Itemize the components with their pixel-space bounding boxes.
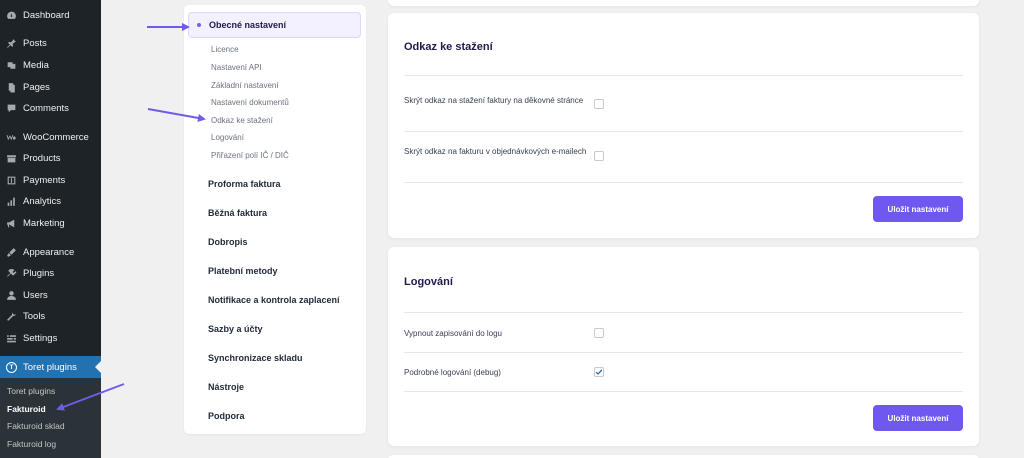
save-settings-button[interactable]: Uložit nastavení (873, 405, 963, 431)
menu-item-woocommerce[interactable]: WooCommerce (0, 126, 101, 148)
previous-card (388, 0, 979, 6)
nav-subitem-nastaveni-dokumentu[interactable]: Nastavení dokumentů (211, 98, 289, 107)
hide-email-link-checkbox[interactable] (594, 151, 604, 161)
dashboard-icon (6, 10, 17, 21)
hide-email-link-label: Skrýt odkaz na fakturu v objednávkových … (404, 147, 587, 156)
menu-item-posts[interactable]: Posts (0, 32, 101, 54)
plugins-icon (6, 268, 17, 279)
divider (404, 391, 963, 392)
divider (404, 131, 963, 132)
settings-icon (6, 333, 17, 344)
toret-submenu: Toret plugins Fakturoid Fakturoid sklad … (0, 378, 101, 458)
tools-icon (6, 311, 17, 322)
analytics-icon (6, 196, 17, 207)
menu-item-analytics[interactable]: Analytics (0, 190, 101, 212)
menu-item-pages[interactable]: Pages (0, 76, 101, 98)
menu-label: Tools (23, 310, 46, 322)
hide-thankyou-link-label: Skrýt odkaz na stažení faktury na děkovn… (404, 96, 584, 105)
menu-label: Plugins (23, 267, 55, 279)
payments-icon (6, 175, 17, 186)
save-settings-button[interactable]: Uložit nastavení (873, 196, 963, 222)
menu-item-comments[interactable]: Comments (0, 97, 101, 119)
menu-item-appearance[interactable]: Appearance (0, 241, 101, 263)
pin-icon (6, 38, 17, 49)
marketing-icon (6, 218, 17, 229)
products-icon (6, 153, 17, 164)
debug-log-label: Podrobné logování (debug) (404, 368, 501, 377)
nav-item-obecne-nastaveni[interactable]: Obecné nastavení (188, 12, 361, 38)
menu-label: Settings (23, 332, 58, 344)
divider (404, 312, 963, 313)
checkmark-icon (595, 369, 603, 375)
divider (404, 75, 963, 76)
divider (404, 182, 963, 183)
menu-item-payments[interactable]: Payments (0, 169, 101, 191)
media-icon (6, 60, 17, 71)
toret-icon: T (6, 361, 17, 373)
menu-label: Users (23, 289, 48, 301)
nav-subitem-odkaz-ke-stazeni[interactable]: Odkaz ke stažení (211, 116, 273, 125)
nav-subitem-nastaveni-api[interactable]: Nastavení API (211, 63, 262, 72)
appearance-icon (6, 247, 17, 258)
hide-thankyou-link-checkbox[interactable] (594, 99, 604, 109)
menu-item-toret-plugins[interactable]: T Toret plugins (0, 356, 101, 378)
settings-nav: Obecné nastavení Licence Nastavení API Z… (184, 5, 366, 434)
disable-log-label: Vypnout zapisování do logu (404, 329, 502, 338)
nav-item-nastroje[interactable]: Nástroje (208, 382, 244, 392)
nav-item-bezna-faktura[interactable]: Běžná faktura (208, 208, 267, 218)
menu-label: Marketing (23, 217, 65, 229)
disable-log-checkbox[interactable] (594, 328, 604, 338)
divider (404, 352, 963, 353)
menu-item-marketing[interactable]: Marketing (0, 212, 101, 234)
card-title: Logování (404, 276, 453, 288)
menu-label: Analytics (23, 195, 62, 207)
menu-item-dashboard[interactable]: Dashboard (0, 4, 101, 26)
menu-label: Dashboard (23, 9, 70, 21)
nav-subitem-licence[interactable]: Licence (211, 45, 239, 54)
nav-item-label: Obecné nastavení (209, 20, 287, 30)
menu-label: Posts (23, 37, 47, 49)
menu-label: Products (23, 152, 61, 164)
menu-label: Toret plugins (23, 361, 77, 373)
submenu-item-fakturoid[interactable]: Fakturoid (7, 404, 46, 414)
nav-item-platebni-metody[interactable]: Platební metody (208, 266, 278, 276)
toret-logo-letter: T (6, 361, 17, 373)
debug-log-checkbox[interactable] (594, 367, 604, 377)
nav-subitem-logovani[interactable]: Logování (211, 133, 244, 142)
nav-item-synchronizace-skladu[interactable]: Synchronizace skladu (208, 353, 303, 363)
nav-item-dobropis[interactable]: Dobropis (208, 237, 248, 247)
logging-card: Logování Vypnout zapisování do logu Podr… (388, 247, 979, 446)
comments-icon (6, 103, 17, 114)
download-link-card: Odkaz ke stažení Skrýt odkaz na stažení … (388, 13, 979, 238)
menu-item-users[interactable]: Users (0, 284, 101, 306)
woocommerce-icon (6, 132, 17, 143)
submenu-item-fakturoid-log[interactable]: Fakturoid log (7, 439, 56, 449)
menu-label: WooCommerce (23, 131, 89, 143)
nav-subitem-zakladni-nastaveni[interactable]: Základní nastavení (211, 81, 279, 90)
card-title: Odkaz ke stažení (404, 41, 493, 53)
nav-subitem-prirazeni-poli[interactable]: Přiřazení polí IČ / DIČ (211, 151, 289, 160)
menu-item-settings[interactable]: Settings (0, 327, 101, 349)
menu-item-media[interactable]: Media (0, 54, 101, 76)
submenu-item-toret-plugins[interactable]: Toret plugins (7, 386, 55, 396)
menu-item-products[interactable]: Products (0, 147, 101, 169)
submenu-item-fakturoid-sklad[interactable]: Fakturoid sklad (7, 421, 65, 431)
active-dot-icon (197, 23, 201, 27)
nav-item-podpora[interactable]: Podpora (208, 411, 245, 421)
pages-icon (6, 82, 17, 93)
menu-label: Appearance (23, 246, 75, 258)
menu-item-tools[interactable]: Tools (0, 305, 101, 327)
admin-sidebar: Dashboard Posts Media Pages Comments Woo… (0, 0, 101, 458)
menu-label: Comments (23, 102, 69, 114)
nav-item-proforma-faktura[interactable]: Proforma faktura (208, 179, 281, 189)
nav-item-sazby-a-ucty[interactable]: Sazby a účty (208, 324, 263, 334)
users-icon (6, 290, 17, 301)
menu-label: Pages (23, 81, 50, 93)
menu-label: Media (23, 59, 49, 71)
nav-item-notifikace[interactable]: Notifikace a kontrola zaplacení (208, 295, 340, 305)
menu-label: Payments (23, 174, 66, 186)
menu-item-plugins[interactable]: Plugins (0, 262, 101, 284)
